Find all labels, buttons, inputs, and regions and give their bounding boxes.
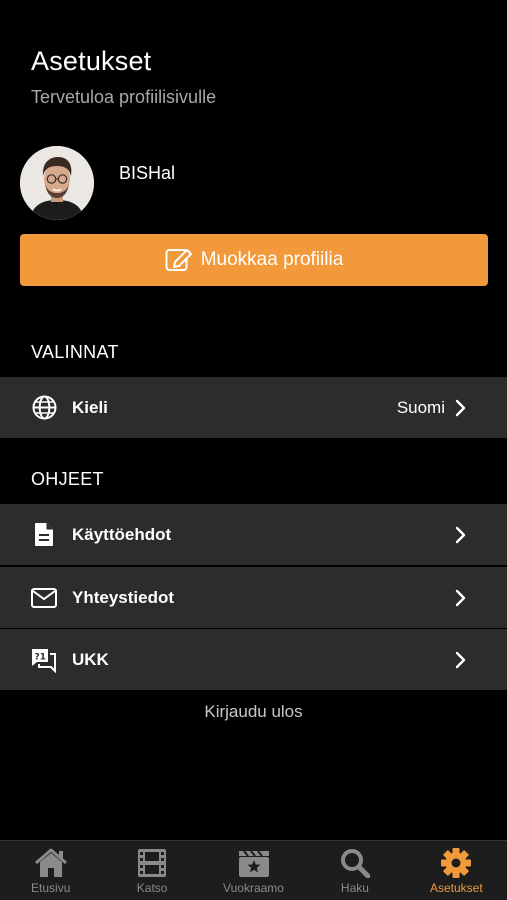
mail-icon [31, 585, 57, 611]
chevron-right-icon [455, 398, 469, 418]
page-header: Asetukset Tervetuloa profiilisivulle [31, 46, 216, 108]
globe-icon [31, 395, 57, 421]
row-terms[interactable]: Käyttöehdot [0, 504, 507, 565]
page-title: Asetukset [31, 46, 152, 76]
tab-settings[interactable]: Asetukset [406, 841, 507, 900]
svg-text:?1: ?1 [35, 652, 46, 662]
row-contact[interactable]: Yhteystiedot [0, 567, 507, 628]
row-contact-label: Yhteystiedot [72, 587, 175, 607]
tab-watch[interactable]: Katso [101, 841, 202, 900]
gear-icon [440, 847, 472, 879]
avatar [20, 146, 94, 220]
clapper-icon [238, 847, 270, 879]
tab-bar: Etusivu Katso Vuokraamo Haku Asetukset [0, 840, 507, 900]
tab-settings-label: Asetukset [429, 881, 483, 895]
row-faq[interactable]: ?1 UKK [0, 629, 507, 690]
chevron-right-icon [455, 650, 469, 670]
profile-card: BISHal [20, 146, 175, 220]
faq-icon: ?1 [31, 647, 57, 673]
tab-search-label: Haku [340, 881, 369, 895]
section-title-help: OHJEET [31, 469, 104, 489]
edit-icon [165, 249, 192, 271]
tab-rental[interactable]: Vuokraamo [203, 841, 304, 900]
username: BISHal [119, 162, 176, 183]
film-icon [137, 847, 167, 879]
row-faq-label: UKK [72, 649, 109, 669]
row-language-label: Kieli [72, 397, 108, 417]
tab-rental-label: Vuokraamo [223, 881, 284, 895]
chevron-right-icon [455, 525, 469, 545]
row-terms-label: Käyttöehdot [72, 524, 172, 544]
edit-profile-label: Muokkaa profiilia [200, 249, 344, 270]
row-language-value: Suomi [396, 397, 445, 417]
row-language[interactable]: Kieli Suomi [0, 377, 507, 438]
chevron-right-icon [455, 588, 469, 608]
edit-profile-button[interactable]: Muokkaa profiilia [20, 234, 488, 286]
home-icon [34, 847, 68, 879]
tab-home-label: Etusivu [31, 881, 71, 895]
logout-button[interactable]: Kirjaudu ulos [0, 702, 507, 722]
section-title-choices: VALINNAT [31, 342, 119, 362]
tab-home[interactable]: Etusivu [0, 841, 101, 900]
page-subtitle: Tervetuloa profiilisivulle [31, 87, 217, 107]
tab-search[interactable]: Haku [304, 841, 405, 900]
document-icon [31, 522, 57, 548]
tab-watch-label: Katso [136, 881, 168, 895]
search-icon [340, 847, 370, 879]
